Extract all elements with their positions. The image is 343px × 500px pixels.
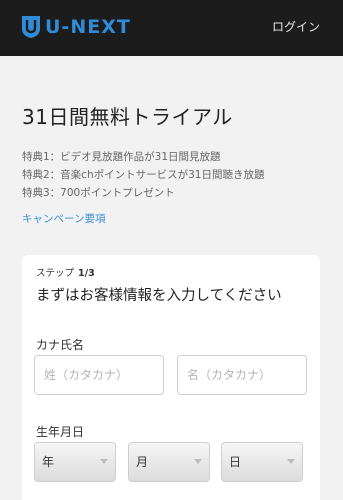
step-indicator: ステップ 1/3	[36, 268, 95, 280]
birthdate-label: 生年月日	[36, 425, 85, 439]
birth-year-select[interactable]: 年	[34, 442, 116, 482]
login-link[interactable]: ログイン	[272, 18, 320, 36]
step-count: 1/3	[78, 268, 95, 279]
chevron-down-icon	[287, 459, 295, 464]
campaign-terms-link[interactable]: キャンペーン要項	[22, 212, 105, 226]
form-heading: まずはお客様情報を入力してください	[36, 288, 282, 304]
registration-form-card: ステップ 1/3 まずはお客様情報を入力してください カナ氏名 姓（カタカナ） 名…	[22, 255, 320, 500]
perk-item: 特典3：700ポイントプレゼント	[22, 187, 175, 199]
chevron-down-icon	[194, 459, 202, 464]
page-title: 31日間無料トライアル	[22, 105, 233, 129]
chevron-down-icon	[100, 459, 108, 464]
logo-text: U-NEXT	[45, 16, 131, 38]
perk-item: 特典1：ビデオ見放題作品が31日間見放題	[22, 151, 221, 163]
birth-year-value: 年	[42, 455, 55, 469]
birth-month-value: 月	[136, 455, 149, 469]
unext-logo[interactable]: U-NEXT	[21, 15, 131, 39]
top-header: U-NEXT ログイン	[0, 0, 343, 56]
birth-day-select[interactable]: 日	[221, 442, 303, 482]
step-label: ステップ	[36, 268, 75, 279]
last-name-kana-input[interactable]: 姓（カタカナ）	[34, 355, 164, 395]
kana-name-label: カナ氏名	[36, 338, 85, 352]
unext-shield-icon	[22, 16, 40, 38]
birth-day-value: 日	[229, 455, 242, 469]
first-name-kana-input[interactable]: 名（カタカナ）	[177, 355, 307, 395]
perk-item: 特典2：音楽chポイントサービスが31日間聴き放題	[22, 169, 265, 181]
birth-month-select[interactable]: 月	[128, 442, 210, 482]
